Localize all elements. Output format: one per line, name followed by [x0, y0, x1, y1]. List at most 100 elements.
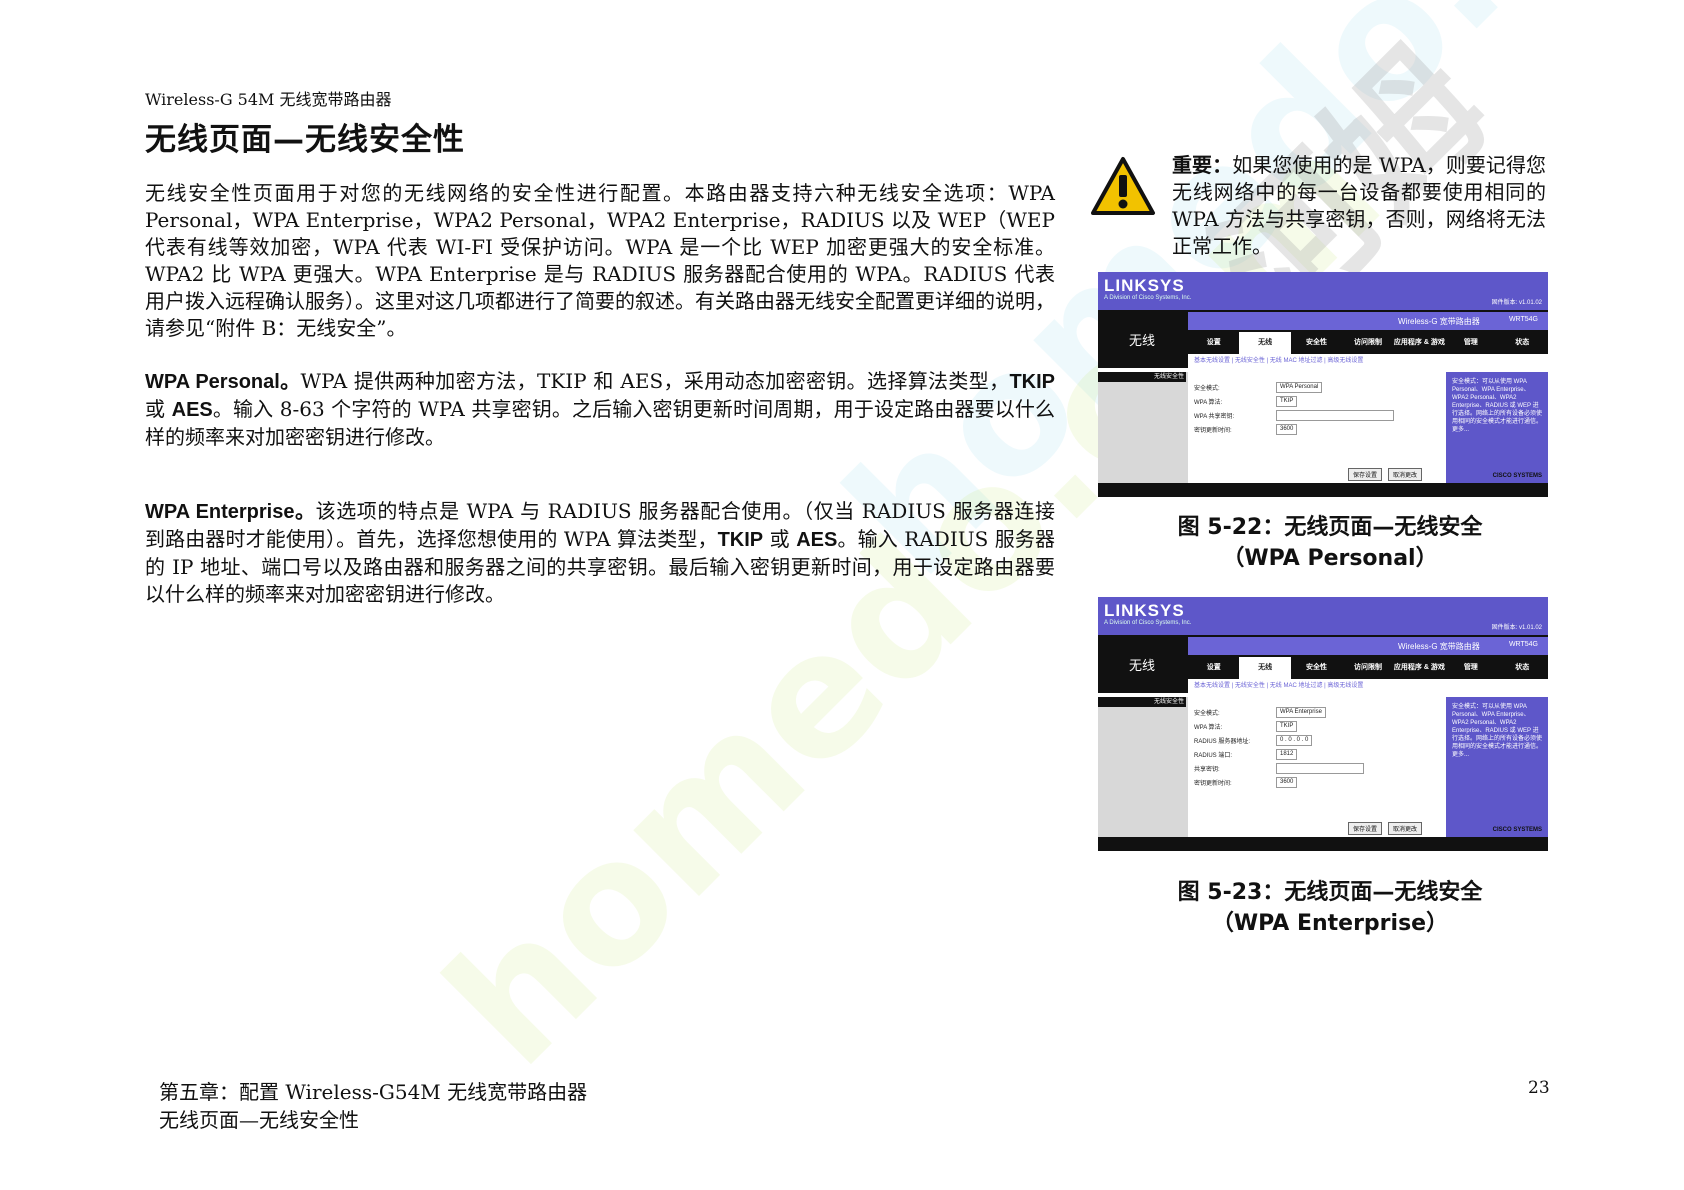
field-label: WPA 算法:: [1194, 399, 1223, 406]
tkip-label: TKIP: [717, 529, 764, 551]
product-bar: [1188, 637, 1548, 655]
firmware-version: 固件版本: v1.01.02: [1491, 625, 1542, 631]
warning-label: 重要：: [1172, 153, 1233, 177]
form-row: WPA 算法: TKIP: [1194, 394, 1434, 408]
aes-label: AES: [171, 399, 213, 421]
wpa-enterprise-paragraph: WPA Enterprise。该选项的特点是 WPA 与 RADIUS 服务器配…: [145, 498, 1055, 608]
field-value: WPA Enterprise: [1276, 706, 1326, 718]
field-value: 3600: [1276, 423, 1298, 435]
left-label: 无线安全性: [1098, 372, 1186, 382]
tab-wireless: 无线: [1239, 332, 1291, 354]
or-text: 或: [763, 527, 797, 551]
warning-note: 重要：如果您使用的是 WPA，则要记得您无线网络中的每一台设备都要使用相同的 W…: [1172, 152, 1546, 260]
field-label: RADIUS 服务器地址:: [1194, 738, 1251, 745]
main-tabs: 设置 无线 安全性 访问限制 应用程序 & 游戏 管理 状态: [1188, 332, 1548, 354]
cisco-logo: CISCO SYSTEMS: [1492, 827, 1542, 833]
save-button: 保存设置: [1348, 468, 1383, 481]
product-name: Wireless-G 宽带路由器: [1398, 317, 1480, 326]
cancel-button: 取消更改: [1388, 468, 1423, 481]
tab-status: 状态: [1515, 339, 1530, 346]
logo-subtitle: A Division of Cisco Systems, Inc.: [1104, 620, 1192, 626]
field-value: 1812: [1276, 748, 1298, 760]
section-label: 无线: [1128, 657, 1155, 673]
warning-triangle-icon: [1091, 157, 1155, 215]
footer-section: 无线页面—无线安全性: [159, 1108, 359, 1132]
tab-wireless: 无线: [1239, 657, 1291, 679]
field-value: TKIP: [1276, 720, 1298, 732]
form-row: WPA 共享密钥:: [1194, 408, 1434, 422]
figure-caption: 图 5-22：无线页面—无线安全 （WPA Personal）: [1120, 512, 1540, 574]
field-value: 0 . 0 . 0 . 0: [1276, 734, 1313, 746]
caption-line: （WPA Personal）: [1222, 546, 1438, 571]
cancel-button: 取消更改: [1388, 822, 1423, 835]
form-row: WPA 算法: TKIP: [1194, 719, 1434, 733]
form-row: 安全模式: WPA Personal: [1194, 380, 1434, 394]
router-screenshot-wpa-personal: LINKSYS A Division of Cisco Systems, Inc…: [1098, 272, 1548, 497]
tab-setup: 设置: [1206, 339, 1221, 346]
figure-caption: 图 5-23：无线页面—无线安全 （WPA Enterprise）: [1120, 877, 1540, 939]
field-value: WPA Personal: [1276, 381, 1323, 393]
form-row: 共享密钥:: [1194, 761, 1434, 775]
sub-tabs: 基本无线设置 | 无线安全性 | 无线 MAC 地址过滤 | 高级无线设置: [1188, 679, 1548, 693]
field-value: [1276, 409, 1394, 421]
wpa-personal-label: WPA Personal。: [145, 371, 301, 393]
tab-setup: 设置: [1206, 664, 1221, 671]
field-value: [1276, 762, 1364, 774]
footer-bar: [1098, 483, 1548, 497]
tab-security: 安全性: [1306, 664, 1328, 671]
firmware-version: 固件版本: v1.01.02: [1491, 300, 1542, 306]
security-form: 安全模式: WPA Enterprise WPA 算法: TKIP RADIUS 服…: [1194, 705, 1434, 789]
running-header: Wireless-G 54M 无线宽带路由器: [145, 90, 392, 109]
field-label: RADIUS 端口:: [1194, 752, 1233, 759]
linksys-logo: LINKSYS: [1104, 601, 1185, 620]
form-row: 密钥更新时间: 3600: [1194, 422, 1434, 436]
button-group: 保存设置 取消更改: [1348, 468, 1423, 481]
field-label: 安全模式:: [1194, 710, 1220, 717]
footer-bar: [1098, 837, 1548, 851]
tkip-label: TKIP: [1009, 371, 1055, 393]
sub-tabs: 基本无线设置 | 无线安全性 | 无线 MAC 地址过滤 | 高级无线设置: [1188, 354, 1548, 368]
product-name: Wireless-G 宽带路由器: [1398, 642, 1480, 651]
tab-access: 访问限制: [1353, 664, 1382, 671]
model-name: WRT54G: [1508, 316, 1538, 323]
field-label: 密钥更新时间:: [1194, 780, 1232, 787]
form-row: RADIUS 服务器地址: 0 . 0 . 0 . 0: [1194, 733, 1434, 747]
section-label: 无线: [1128, 332, 1155, 348]
model-name: WRT54G: [1508, 641, 1538, 648]
aes-label: AES: [796, 529, 838, 551]
button-group: 保存设置 取消更改: [1348, 822, 1423, 835]
wpa-personal-text-2: 。输入 8-63 个字符的 WPA 共享密钥。之后输入密钥更新时间周期，用于设定…: [145, 397, 1055, 449]
field-value: TKIP: [1276, 395, 1298, 407]
product-bar: [1188, 312, 1548, 330]
security-form: 安全模式: WPA Personal WPA 算法: TKIP WPA 共享密钥: …: [1194, 380, 1434, 436]
save-button: 保存设置: [1348, 822, 1383, 835]
page-number: 23: [1528, 1078, 1550, 1098]
cisco-logo: CISCO SYSTEMS: [1492, 473, 1542, 479]
logo-subtitle: A Division of Cisco Systems, Inc.: [1104, 295, 1192, 301]
main-tabs: 设置 无线 安全性 访问限制 应用程序 & 游戏 管理 状态: [1188, 657, 1548, 679]
tab-admin: 管理: [1463, 664, 1478, 671]
router-screenshot-wpa-enterprise: LINKSYS A Division of Cisco Systems, Inc…: [1098, 597, 1548, 851]
footer-chapter: 第五章：配置 Wireless-G54M 无线宽带路由器: [159, 1080, 588, 1104]
wpa-personal-paragraph: WPA Personal。WPA 提供两种加密方法，TKIP 和 AES，采用动…: [145, 368, 1055, 451]
linksys-logo: LINKSYS: [1104, 276, 1185, 295]
caption-line: （WPA Enterprise）: [1211, 911, 1449, 936]
help-panel: 安全模式：可以从使用 WPA Personal、WPA Enterprise、W…: [1446, 372, 1548, 483]
field-label: 安全模式:: [1194, 385, 1220, 392]
wpa-personal-text: WPA 提供两种加密方法，TKIP 和 AES，采用动态加密密钥。选择算法类型，: [300, 369, 1010, 393]
left-column: [1098, 697, 1188, 837]
tab-security: 安全性: [1306, 339, 1328, 346]
tab-apps: 应用程序 & 游戏: [1393, 339, 1445, 346]
form-row: 密钥更新时间: 3600: [1194, 775, 1434, 789]
form-row: 安全模式: WPA Enterprise: [1194, 705, 1434, 719]
left-column: [1098, 372, 1188, 483]
field-label: WPA 算法:: [1194, 724, 1223, 731]
tab-access: 访问限制: [1353, 339, 1382, 346]
left-label: 无线安全性: [1098, 697, 1186, 707]
tab-status: 状态: [1515, 664, 1530, 671]
or-text: 或: [145, 397, 172, 421]
tab-apps: 应用程序 & 游戏: [1393, 664, 1445, 671]
help-panel: 安全模式：可以从使用 WPA Personal、WPA Enterprise、W…: [1446, 697, 1548, 837]
page-title: 无线页面—无线安全性: [145, 122, 465, 158]
field-label: 密钥更新时间:: [1194, 427, 1232, 434]
